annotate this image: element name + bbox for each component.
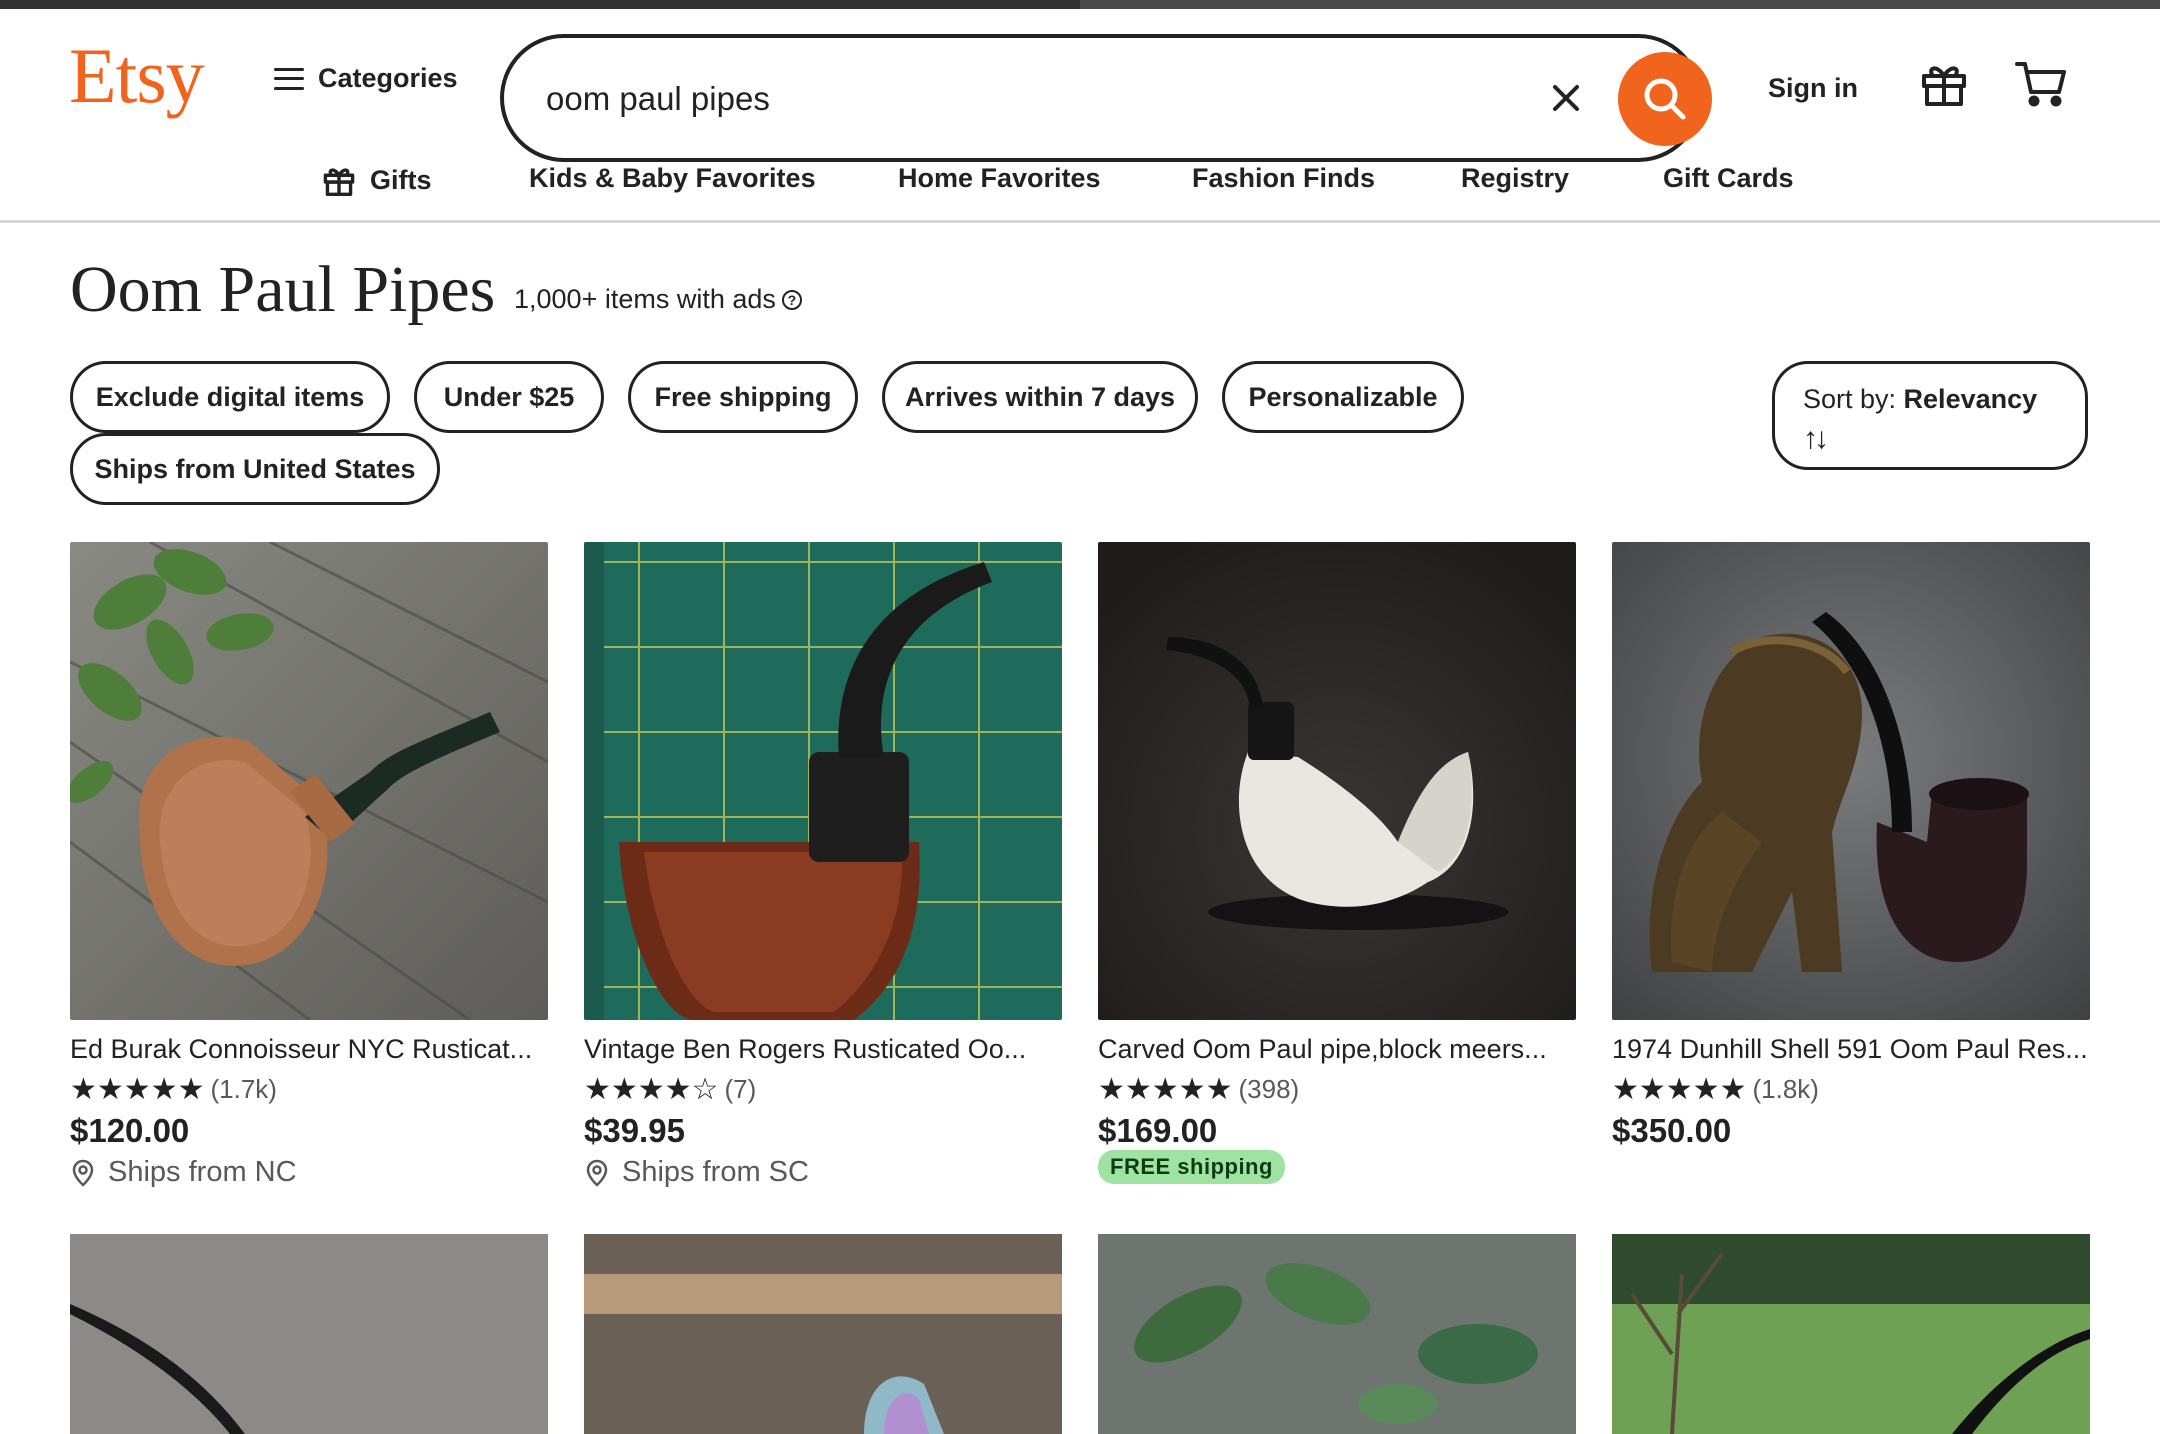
review-count: (7) (724, 1074, 757, 1104)
search-box (500, 34, 1712, 162)
listing-rating: ★★★★★ (1.7k) (70, 1072, 277, 1107)
help-icon[interactable]: ? (781, 289, 802, 310)
site-header: Etsy Categories Sign in (0, 9, 2160, 223)
category-nav: Gifts Kids & Baby Favorites Home Favorit… (0, 157, 2160, 207)
listing-image[interactable] (1612, 542, 2090, 1020)
nav-item-gifts[interactable]: Gifts (322, 163, 432, 197)
nav-item-registry[interactable]: Registry (1461, 163, 1569, 194)
nav-item-home[interactable]: Home Favorites (898, 163, 1101, 194)
listing-price: $39.95 (584, 1112, 685, 1149)
listing-price: $350.00 (1612, 1112, 1732, 1149)
filter-arrives-7-days[interactable]: Arrives within 7 days (882, 361, 1198, 433)
sort-label: Sort by: Relevancy (1803, 384, 2038, 414)
listing-image[interactable] (70, 1234, 548, 1434)
listing-image[interactable] (584, 542, 1062, 1020)
review-count: (398) (1238, 1074, 1300, 1104)
listing-image[interactable] (584, 1234, 1062, 1434)
free-shipping-badge: FREE shipping (1098, 1150, 1285, 1184)
listing-image[interactable] (1612, 1234, 2090, 1434)
listing-title[interactable]: 1974 Dunhill Shell 591 Oom Paul Res... (1612, 1034, 2090, 1065)
nav-item-gift-cards[interactable]: Gift Cards (1663, 163, 1794, 194)
result-count: 1,000+ items with ads ? (514, 284, 802, 315)
result-count-text: 1,000+ items with ads (514, 284, 776, 314)
page-title: Oom Paul Pipes (70, 253, 496, 326)
sign-in-link[interactable]: Sign in (1768, 73, 1858, 104)
window-top-bar-left (0, 0, 1080, 9)
window-top-bar (0, 0, 2160, 9)
star-rating-icon: ★★★★★ (70, 1073, 205, 1106)
listing-price: $120.00 (70, 1112, 190, 1149)
listing-ships-from: Ships from NC (72, 1156, 297, 1189)
filter-exclude-digital[interactable]: Exclude digital items (70, 361, 390, 433)
close-icon[interactable] (1544, 76, 1588, 120)
location-pin-icon (72, 1159, 94, 1187)
review-count: (1.7k) (210, 1074, 277, 1104)
etsy-logo[interactable]: Etsy (69, 37, 205, 115)
listing-rating: ★★★★☆ (7) (584, 1072, 756, 1107)
categories-button[interactable]: Categories (274, 63, 458, 94)
categories-label: Categories (318, 63, 458, 93)
gift-icon[interactable] (1919, 58, 1969, 108)
nav-item-kids-baby[interactable]: Kids & Baby Favorites (529, 163, 816, 194)
listing-rating: ★★★★★ (1.8k) (1612, 1072, 1819, 1107)
gift-icon (323, 168, 355, 196)
hamburger-icon (274, 67, 304, 90)
filter-ships-from-us[interactable]: Ships from United States (70, 433, 440, 505)
listing-rating: ★★★★★ (398) (1098, 1072, 1299, 1107)
listing-title[interactable]: Carved Oom Paul pipe,block meers... (1098, 1034, 1576, 1065)
search-bar (500, 34, 1712, 162)
star-rating-icon: ★★★★☆ (584, 1073, 719, 1106)
review-count: (1.8k) (1752, 1074, 1819, 1104)
cart-icon[interactable] (2014, 58, 2068, 108)
filter-personalizable[interactable]: Personalizable (1222, 361, 1464, 433)
nav-item-label: Gifts (370, 164, 432, 195)
listing-ships-from: Ships from SC (586, 1156, 809, 1189)
listing-image[interactable] (1098, 1234, 1576, 1434)
search-input[interactable] (544, 58, 1488, 140)
search-icon (1644, 78, 1686, 120)
listing-title[interactable]: Vintage Ben Rogers Rusticated Oo... (584, 1034, 1062, 1065)
listing-image[interactable] (70, 542, 548, 1020)
listing-image[interactable] (1098, 542, 1576, 1020)
star-rating-icon: ★★★★★ (1098, 1073, 1233, 1106)
nav-item-fashion[interactable]: Fashion Finds (1192, 163, 1375, 194)
listing-title[interactable]: Ed Burak Connoisseur NYC Rusticat... (70, 1034, 548, 1065)
sort-arrows-icon: ↑↓ (1803, 422, 1829, 455)
search-button[interactable] (1618, 52, 1712, 146)
sort-dropdown[interactable]: Sort by: Relevancy ↑↓ (1772, 361, 2088, 470)
filter-free-shipping[interactable]: Free shipping (628, 361, 858, 433)
location-pin-icon (586, 1159, 608, 1187)
listing-price: $169.00 (1098, 1112, 1218, 1149)
star-rating-icon: ★★★★★ (1612, 1073, 1747, 1106)
filter-under-25[interactable]: Under $25 (414, 361, 604, 433)
